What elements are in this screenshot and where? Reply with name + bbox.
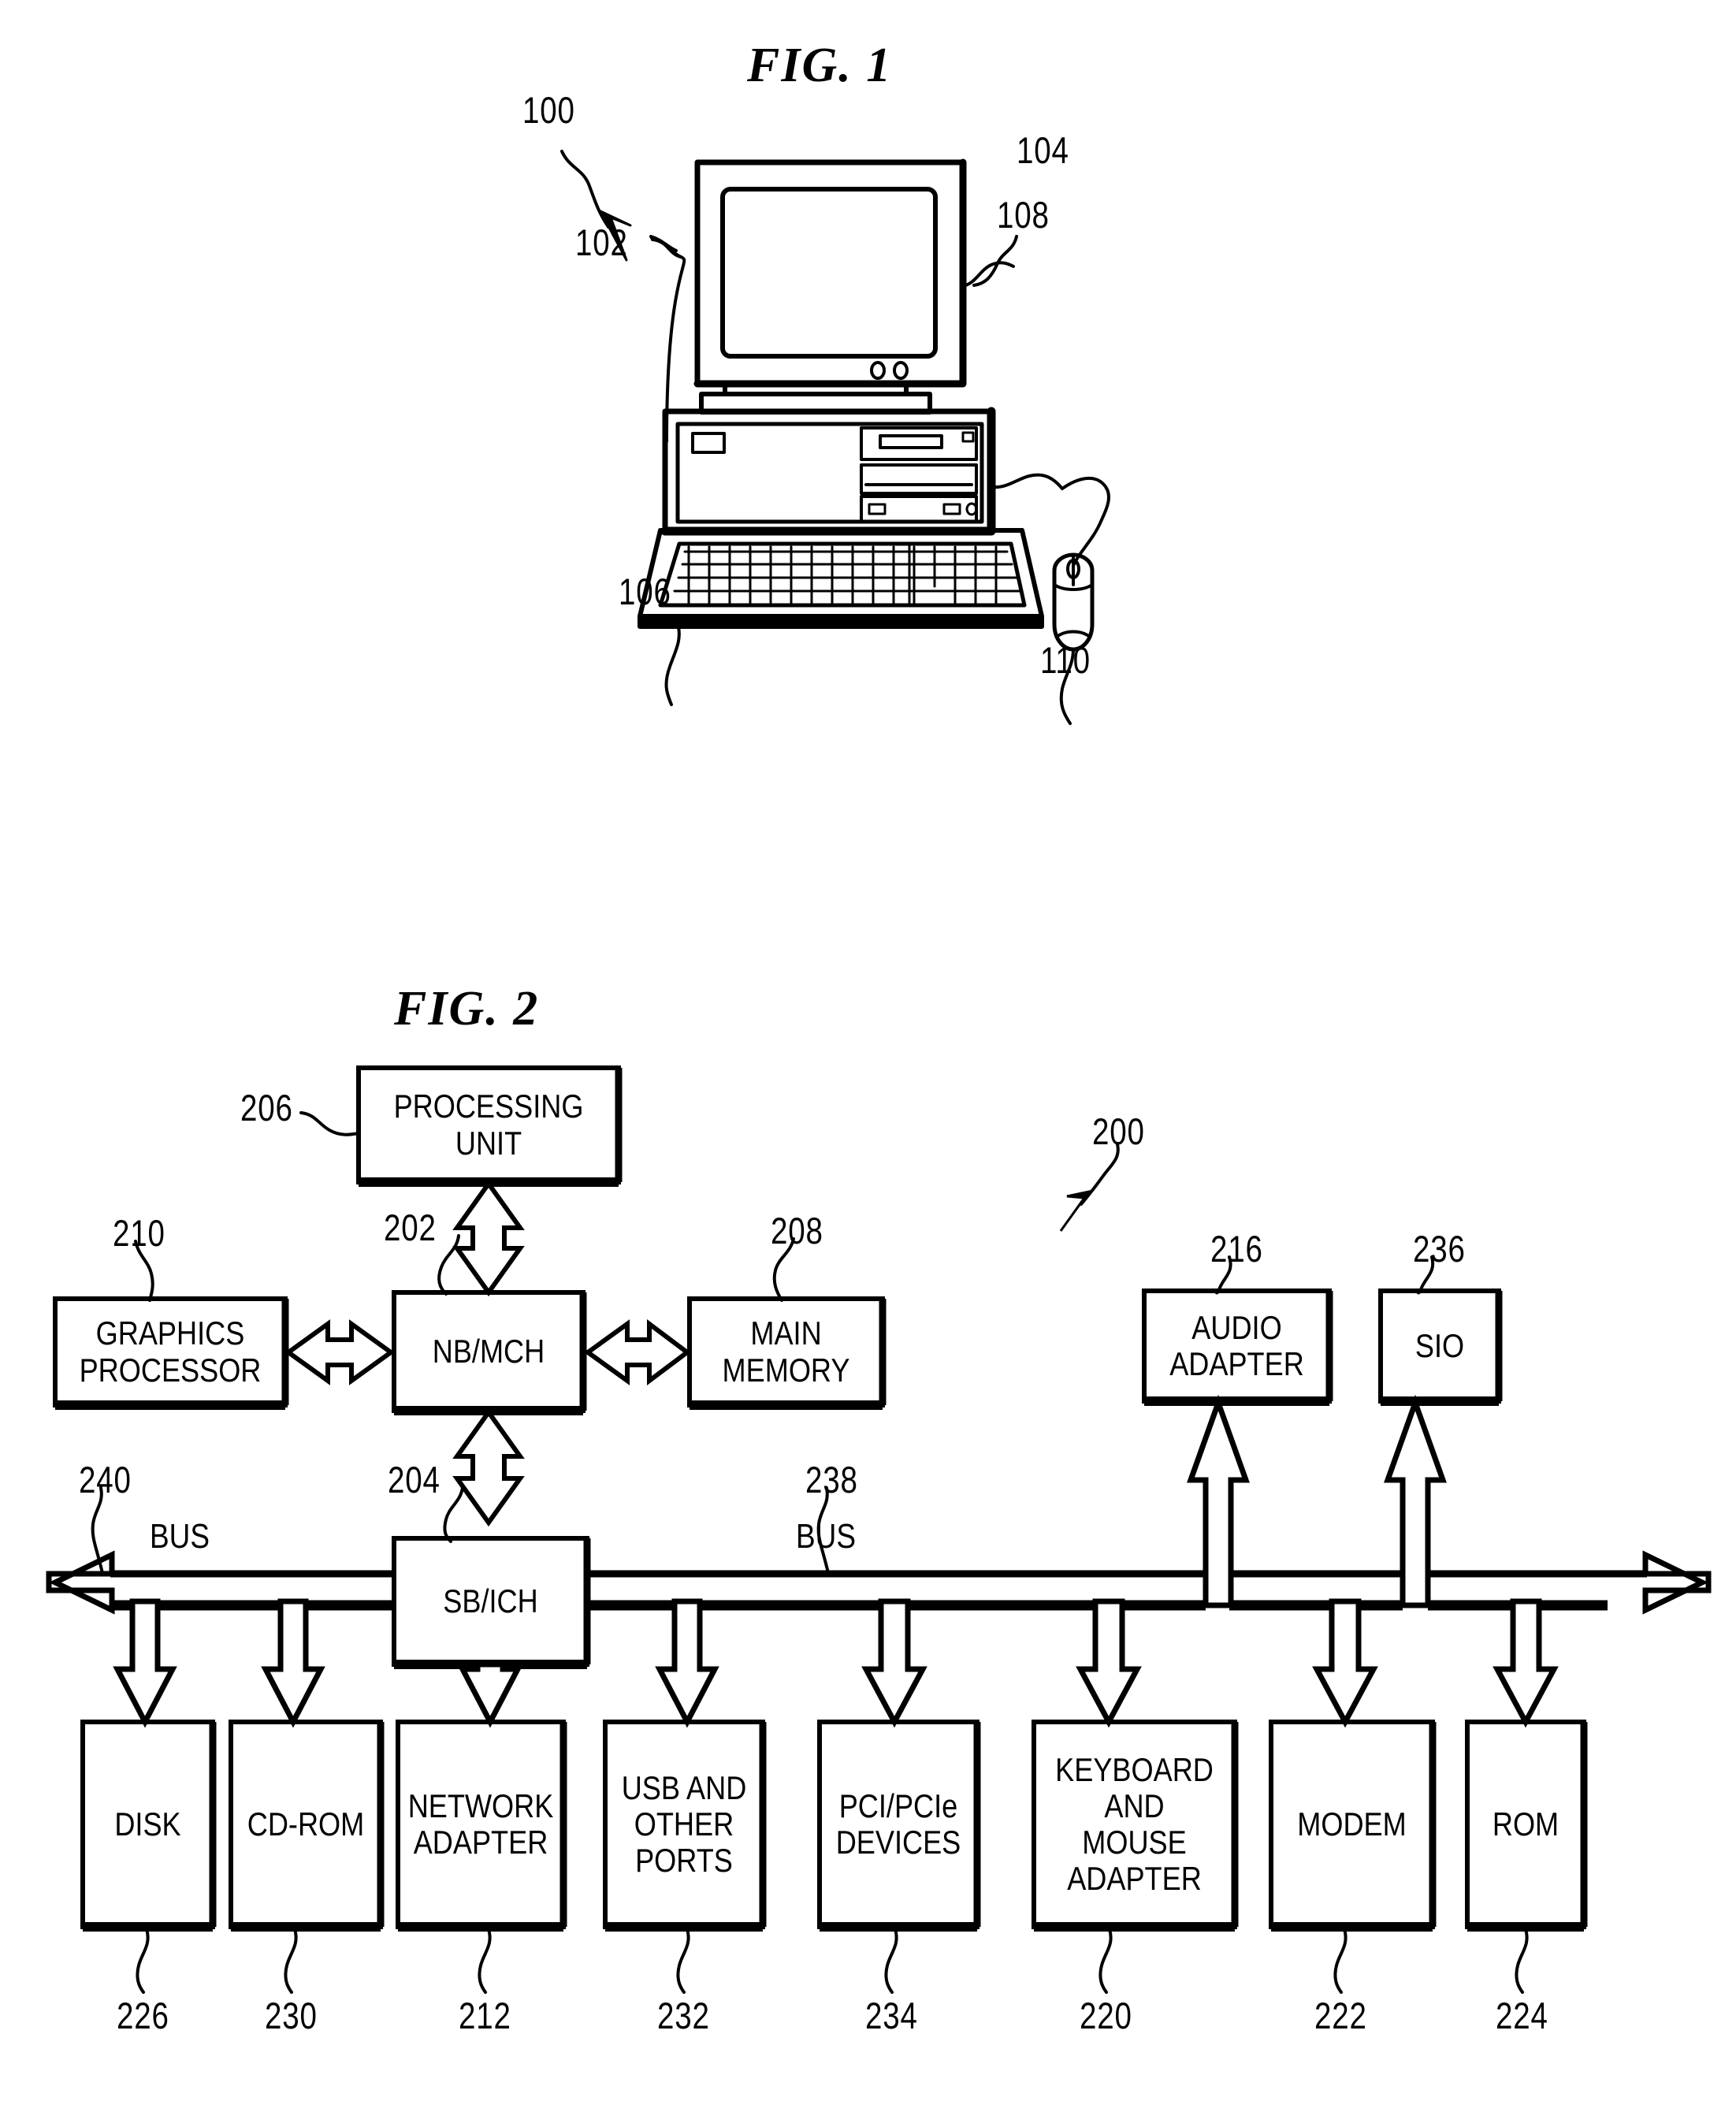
fig2-ref-230: 230: [265, 1995, 318, 2036]
bus-label-right: BUS: [796, 1517, 857, 1556]
fig2-ref-206: 206: [240, 1087, 293, 1129]
fig2-ref-220: 220: [1080, 1995, 1132, 2036]
fig2-ref-238: 238: [805, 1459, 858, 1500]
fig2-ref-200: 200: [1092, 1110, 1145, 1152]
fig2-ref-216: 216: [1210, 1228, 1263, 1270]
fig2-ref-212: 212: [459, 1995, 511, 2036]
fig2-drawing: [46, 1065, 1712, 1994]
fig2-ref-226: 226: [117, 1995, 169, 2036]
fig2-ref-232: 232: [657, 1995, 710, 2036]
fig2-ref-208: 208: [771, 1210, 823, 1251]
fig2-ref-210: 210: [113, 1212, 165, 1254]
figure-sheet: FIG. 1 100 104 102 108 106 110 FIG. 2 PR…: [0, 0, 1736, 2101]
fig2-ref-222: 222: [1314, 1995, 1367, 2036]
fig2-ref-224: 224: [1496, 1995, 1548, 2036]
fig2-ref-240: 240: [79, 1459, 132, 1500]
fig2-ref-202: 202: [384, 1207, 437, 1248]
bus-label-left: BUS: [150, 1517, 210, 1556]
fig2-ref-204: 204: [388, 1459, 441, 1500]
fig2-ref-236: 236: [1413, 1228, 1466, 1270]
fig2-ref-234: 234: [865, 1995, 918, 2036]
